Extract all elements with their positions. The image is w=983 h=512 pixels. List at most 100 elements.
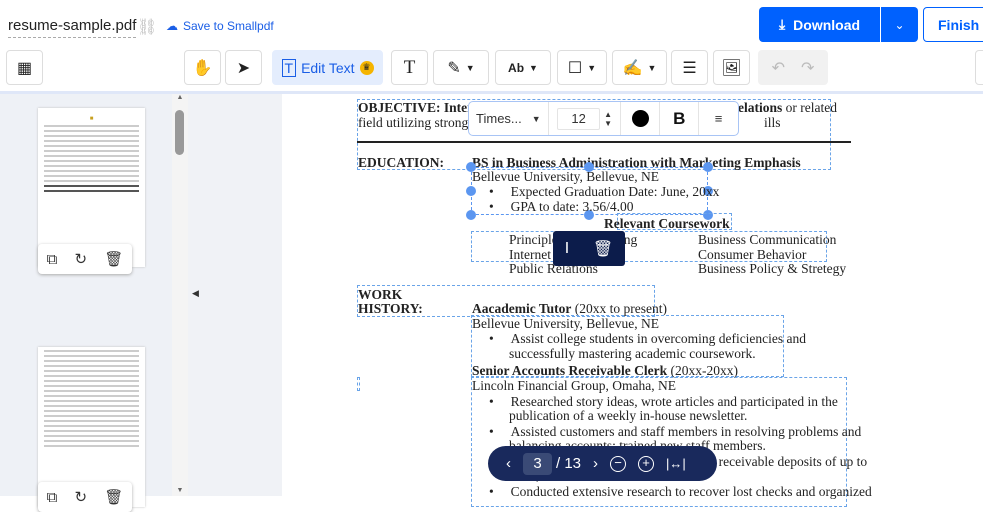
caret-down-icon: ▼ <box>529 62 538 73</box>
bullet-text: Expected Graduation Date: June, 20xx <box>510 184 720 199</box>
cursor-icon: ➤ <box>236 59 251 77</box>
scrollbar-thumb[interactable] <box>175 110 184 155</box>
redact-tool-button[interactable]: ☰ <box>671 50 708 85</box>
text-cursor-icon[interactable]: I <box>565 240 569 258</box>
trash-icon[interactable]: 🗑 <box>104 250 123 268</box>
course: Business Communication <box>698 232 837 247</box>
fit-width-icon[interactable]: |↔| <box>666 456 686 471</box>
objective-text: or related <box>782 100 837 115</box>
ab-text-icon: Ab <box>508 60 525 75</box>
more-button[interactable] <box>975 50 983 85</box>
rectangle-icon: ☐ <box>567 59 583 77</box>
finish-button[interactable]: Finish <box>923 7 983 42</box>
caret-down-icon: ▼ <box>531 113 541 124</box>
duplicate-icon[interactable]: ⧉ <box>47 251 58 268</box>
text-format-toolbar: Times... ▼ 12 ▲ ▼ B ≡ <box>468 101 739 136</box>
lines-icon: ☰ <box>682 59 697 77</box>
crown-icon: ♛ <box>359 60 374 75</box>
coursework-heading: Relevant Coursework <box>604 216 730 231</box>
caret-down-icon: ▼ <box>587 62 597 73</box>
bullet-text: Researched story ideas, wrote articles a… <box>510 394 838 409</box>
image-tool-button[interactable]: 🖼 <box>713 50 750 85</box>
file-name[interactable]: resume-sample.pdf <box>8 17 137 38</box>
signature-tool-button[interactable]: ✍ ▼ <box>612 50 667 85</box>
chevron-down-icon: ⌄ <box>894 17 905 32</box>
scroll-up-icon[interactable]: ▲ <box>172 94 188 101</box>
objective-text: OBJECTIVE: Intern <box>358 100 481 115</box>
page-thumbnails-sidebar: ■ ⧉↻🗑 1 + ⧉↻🗑 <box>0 94 188 512</box>
redo-icon[interactable]: ↷ <box>801 58 814 78</box>
rotate-icon[interactable]: ↻ <box>75 488 88 506</box>
school-text: Bellevue University, Bellevue, NE <box>472 169 659 184</box>
pencil-icon: ✎ <box>447 59 461 77</box>
text-icon: T <box>403 56 416 78</box>
save-to-smallpdf-button[interactable]: ☁ Save to Smallpdf <box>166 19 274 33</box>
objective-text: elations <box>738 100 783 115</box>
next-page-icon[interactable]: › <box>593 455 598 472</box>
pdf-page: OBJECTIVE: Intern elations or related fi… <box>282 94 983 507</box>
page-number-input[interactable]: 3 <box>523 452 552 475</box>
trash-icon[interactable]: 🗑 <box>593 239 613 259</box>
shape-tool-button[interactable]: ☐ ▼ <box>557 50 607 85</box>
caret-down-icon: ▼ <box>647 62 657 73</box>
text-box[interactable] <box>357 377 360 391</box>
thumbnail-actions: ⧉ ↻ 🗑 <box>38 482 132 512</box>
zoom-in-icon[interactable]: + <box>638 455 655 472</box>
signature-icon: ✍ <box>622 59 643 77</box>
add-text-button[interactable]: T <box>391 50 428 85</box>
download-button[interactable]: ⤓ Download <box>759 7 880 42</box>
text-color-button[interactable] <box>621 102 661 135</box>
bullet-text: successfully mastering academic coursewo… <box>509 346 756 361</box>
undo-icon[interactable]: ↶ <box>772 58 785 78</box>
bullet-text: publication of a weekly in-house newslet… <box>509 408 748 423</box>
unlink-icon[interactable]: ⛓ <box>137 17 157 37</box>
resize-handle[interactable] <box>466 186 476 196</box>
edit-text-label: Edit Text <box>301 59 355 76</box>
font-name: Times... <box>476 111 522 126</box>
thumb-logo: ■ <box>89 116 94 122</box>
section-heading: EDUCATION: <box>358 155 445 170</box>
draw-tool-button[interactable]: ✎ ▼ <box>433 50 489 85</box>
cloud-icon: ☁ <box>166 19 178 33</box>
align-center-icon: ≡ <box>714 111 723 126</box>
image-icon: 🖼 <box>721 59 742 77</box>
bullet-text: Conducted extensive research to recover … <box>510 484 872 499</box>
download-options-button[interactable]: ⌄ <box>881 7 918 42</box>
font-family-select[interactable]: Times... ▼ <box>469 102 549 135</box>
font-size-input[interactable]: 12 <box>557 107 601 130</box>
bullet-text: Assisted customers and staff members in … <box>510 424 862 439</box>
job-dates: (20xx-20xx) <box>667 363 738 378</box>
zoom-out-icon[interactable]: − <box>610 455 627 472</box>
resize-handle[interactable] <box>466 210 476 220</box>
top-bar: resume-sample.pdf ⛓ ☁ Save to Smallpdf ⤓ D… <box>0 0 983 48</box>
section-rule <box>357 141 851 143</box>
caret-down-icon: ▼ <box>465 62 475 73</box>
edit-text-button[interactable]: T Edit Text ♛ <box>272 50 383 85</box>
resize-handle[interactable] <box>703 162 713 172</box>
undo-redo-group: ↶ ↷ <box>758 50 828 85</box>
page-total: / 13 <box>556 455 582 472</box>
font-size-stepper[interactable]: ▲ ▼ <box>604 110 612 128</box>
previous-page-icon[interactable]: ‹ <box>506 455 511 472</box>
duplicate-icon[interactable]: ⧉ <box>47 489 58 506</box>
scroll-down-icon[interactable]: ▼ <box>172 487 188 494</box>
save-label: Save to Smallpdf <box>183 19 274 33</box>
select-tool-button[interactable]: ➤ <box>225 50 262 85</box>
bullet-text: GPA to date: 3.56/4.00 <box>510 199 634 214</box>
thumbnail-actions: ⧉ ↻ 🗑 <box>38 244 132 274</box>
bold-button[interactable]: B <box>660 102 700 135</box>
trash-icon[interactable]: 🗑 <box>104 488 123 506</box>
job-org: Bellevue University, Bellevue, NE <box>472 316 659 331</box>
download-label: Download <box>793 16 861 33</box>
color-swatch-icon <box>631 110 649 127</box>
bullet-text: Assist college students in overcoming de… <box>510 331 807 346</box>
ocr-tool-button[interactable]: Ab ▼ <box>495 50 551 85</box>
thumbnails-toggle-button[interactable]: ▦ <box>6 50 43 85</box>
hand-icon: ✋ <box>192 59 213 77</box>
hand-tool-button[interactable]: ✋ <box>184 50 221 85</box>
rotate-icon[interactable]: ↻ <box>75 250 88 268</box>
collapse-sidebar-icon[interactable]: ◀ <box>192 288 199 299</box>
font-size-control: 12 ▲ ▼ <box>549 102 622 135</box>
align-button[interactable]: ≡ <box>699 102 738 135</box>
job-title: Aacademic Tutor <box>472 301 572 316</box>
